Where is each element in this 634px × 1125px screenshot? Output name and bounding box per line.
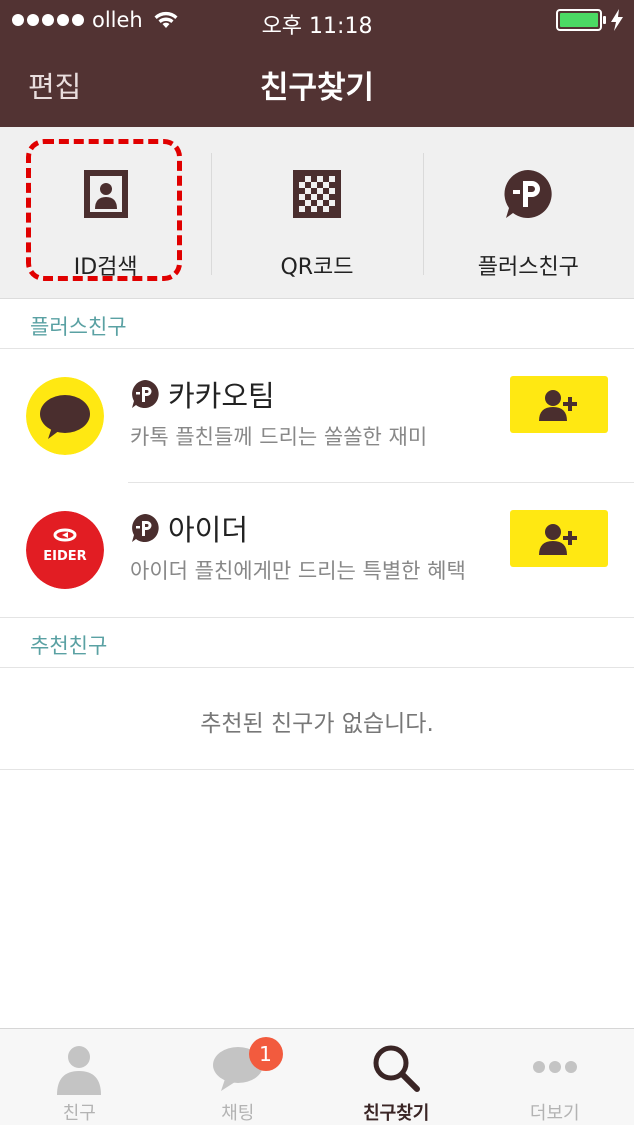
- avatar: EIDER: [26, 511, 104, 589]
- empty-message: 추천된 친구가 없습니다.: [200, 711, 434, 737]
- header: olleh 오후 11:18 편집 친구찾기: [0, 0, 634, 127]
- tab-bar: 친구 1 채팅 친구찾기 더보기: [0, 1028, 634, 1125]
- friend-name: 카카오팀: [168, 379, 275, 413]
- friend-description: 카톡 플친들께 드리는 쏠쏠한 재미: [130, 425, 428, 449]
- recommended-section-title: 추천친구: [30, 634, 108, 658]
- add-friend-button[interactable]: [510, 510, 608, 567]
- list-item-kakao-team[interactable]: 카카오팀 카톡 플친들께 드리는 쏠쏠한 재미: [0, 349, 634, 483]
- friend-description: 아이더 플친에게만 드리는 특별한 혜택: [130, 559, 466, 583]
- tab-label: 더보기: [529, 1103, 580, 1124]
- tab-label: 친구찾기: [363, 1103, 430, 1124]
- tab-label: 채팅: [221, 1103, 255, 1124]
- tab-chats[interactable]: 1 채팅: [159, 1029, 318, 1125]
- page-title: 친구찾기: [259, 70, 375, 106]
- app-screen: olleh 오후 11:18 편집 친구찾기 ID검색 QR코드 플러스친구 플…: [0, 0, 634, 1125]
- plus-friend-label: 플러스친구: [477, 255, 579, 280]
- nav-bar: 편집 친구찾기: [0, 40, 634, 127]
- tab-find-friends[interactable]: 친구찾기: [317, 1029, 476, 1125]
- search-options: ID검색 QR코드 플러스친구: [0, 127, 634, 299]
- qr-code-button[interactable]: QR코드: [211, 127, 422, 299]
- empty-recommendations: 추천된 친구가 없습니다.: [0, 668, 634, 770]
- add-person-icon: [539, 523, 577, 555]
- eider-logo-icon: EIDER: [26, 511, 104, 589]
- tab-friends[interactable]: 친구: [0, 1029, 159, 1125]
- list-item-eider[interactable]: EIDER 아이더 아이더 플친에게만 드리는 특별한 혜택: [0, 483, 634, 617]
- status-right: [556, 9, 624, 31]
- friend-name: 아이더: [168, 513, 249, 547]
- more-icon: [532, 1061, 577, 1073]
- plus-friends-section-header: 플러스친구: [0, 299, 634, 349]
- qr-code-icon: [292, 170, 341, 218]
- svg-text:EIDER: EIDER: [43, 549, 86, 564]
- status-bar: olleh 오후 11:18: [0, 0, 634, 40]
- add-friend-button[interactable]: [510, 376, 608, 433]
- plus-friend-badge-icon: [132, 380, 159, 408]
- highlight-box: [26, 139, 182, 281]
- avatar: [26, 377, 104, 455]
- plus-friend-icon: [504, 170, 552, 218]
- battery-icon: [556, 9, 606, 31]
- plus-friend-badge-icon: [132, 514, 159, 542]
- plus-friend-button[interactable]: 플러스친구: [422, 127, 634, 299]
- recommended-section-header: 추천친구: [0, 618, 634, 668]
- id-search-button[interactable]: ID검색: [0, 127, 211, 299]
- tab-more[interactable]: 더보기: [476, 1029, 634, 1125]
- person-icon: [57, 1046, 102, 1095]
- add-person-icon: [539, 389, 577, 421]
- status-time: 오후 11:18: [261, 14, 373, 39]
- name-row: 아이더: [130, 507, 248, 549]
- unread-badge: 1: [248, 1037, 283, 1071]
- charging-icon: [611, 9, 623, 31]
- kakao-logo-icon: [26, 377, 104, 455]
- qr-code-label: QR코드: [280, 255, 354, 280]
- plus-friends-section-title: 플러스친구: [30, 315, 127, 339]
- tab-label: 친구: [62, 1103, 96, 1124]
- search-icon: [373, 1045, 421, 1092]
- name-row: 카카오팀: [130, 373, 275, 415]
